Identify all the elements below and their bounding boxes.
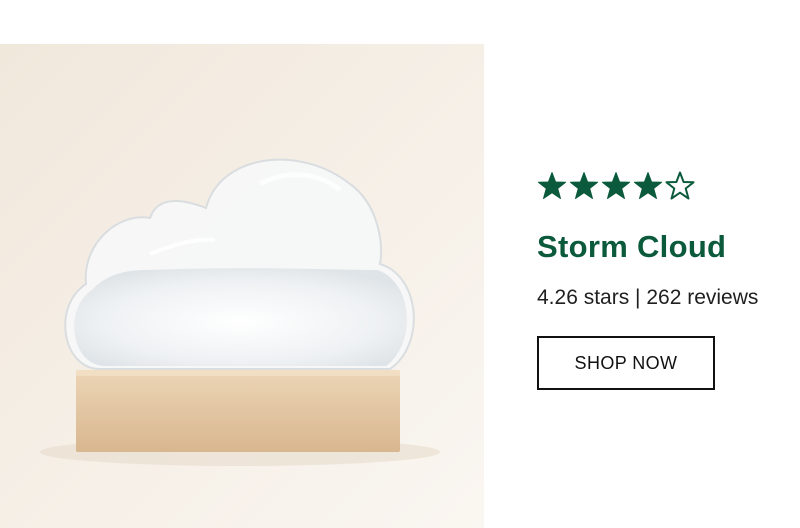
product-image[interactable]: [0, 44, 484, 528]
star-filled-icon: [602, 172, 630, 199]
rating-summary[interactable]: 4.26 stars | 262 reviews: [537, 284, 799, 312]
rating-stars: [537, 170, 799, 202]
star-filled-icon: [570, 172, 598, 199]
star-outline-icon: [665, 171, 695, 200]
product-title[interactable]: Storm Cloud: [537, 228, 799, 266]
shop-now-button[interactable]: SHOP NOW: [537, 336, 715, 390]
star-filled-icon: [634, 172, 662, 199]
product-panel: Storm Cloud 4.26 stars | 262 reviews SHO…: [537, 170, 799, 390]
star-filled-icon: [538, 172, 566, 199]
